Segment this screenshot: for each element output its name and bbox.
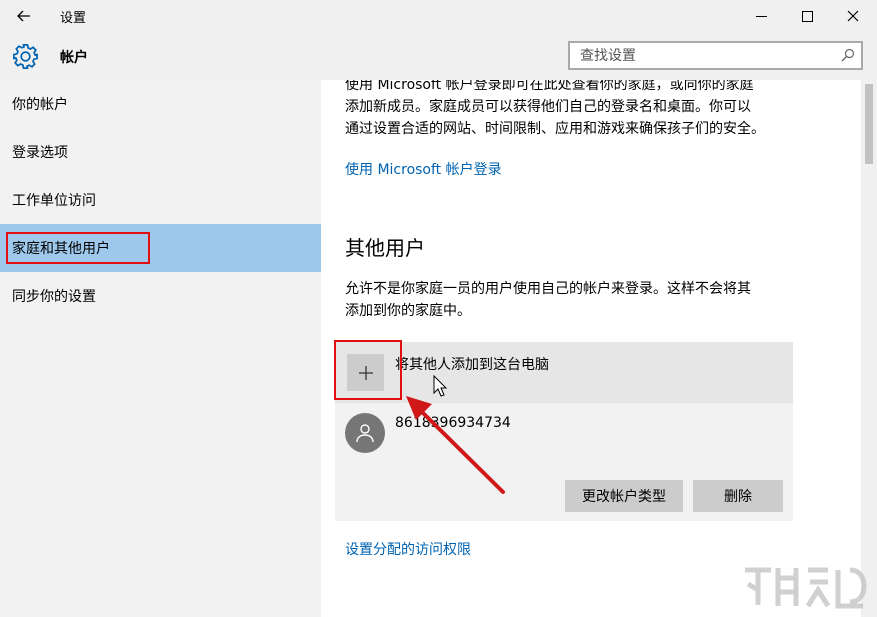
close-icon — [847, 10, 859, 22]
back-button[interactable] — [8, 2, 40, 30]
family-description-line: 使用 Microsoft 帐户登录即可在此处查看你的家庭，或向你的家庭 — [345, 80, 754, 93]
maximize-icon — [801, 10, 813, 22]
search-icon[interactable] — [841, 48, 855, 62]
sidebar-item-label: 同步你的设置 — [12, 289, 96, 305]
gear-icon — [13, 44, 38, 69]
user-name: 8618396934734 — [395, 415, 511, 431]
family-description: 使用 Microsoft 帐户登录即可在此处查看你的家庭，或向你的家庭 添加新成… — [345, 80, 790, 140]
page-title: 帐户 — [60, 50, 88, 66]
family-description-line: 通过设置合适的网站、时间限制、应用和游戏来确保孩子们的安全。 — [345, 121, 765, 137]
annotation-highlight-box — [6, 232, 150, 264]
search-input[interactable] — [570, 43, 830, 68]
arrow-left-icon — [17, 10, 30, 22]
watermark-logo — [745, 567, 867, 609]
other-users-title: 其他用户 — [345, 236, 425, 260]
family-description-line: 添加新成员。家庭成员可以获得他们自己的登录名和桌面。你可以 — [345, 99, 751, 115]
other-users-description: 允许不是你家庭一员的用户使用自己的帐户来登录。这样不会将其 添加到你的家庭中。 — [345, 278, 790, 322]
title-bar: 设置 — [0, 0, 877, 32]
annotation-highlight-box — [334, 340, 402, 400]
sidebar: 你的帐户 登录选项 工作单位访问 家庭和其他用户 同步你的设置 — [0, 80, 321, 617]
page-header: 帐户 — [0, 32, 877, 80]
window-title: 设置 — [60, 11, 87, 26]
add-user-button[interactable]: 将其他人添加到这台电脑 — [334, 340, 793, 403]
sidebar-item-label: 你的帐户 — [12, 97, 68, 113]
minimize-icon — [755, 15, 767, 17]
close-button[interactable] — [830, 0, 876, 32]
sidebar-item-your-account[interactable]: 你的帐户 — [0, 80, 321, 128]
main-content: 使用 Microsoft 帐户登录即可在此处查看你的家庭，或向你的家庭 添加新成… — [321, 80, 877, 617]
sidebar-item-label: 登录选项 — [12, 145, 68, 161]
sidebar-item-sync-settings[interactable]: 同步你的设置 — [0, 272, 321, 320]
other-users-description-line: 允许不是你家庭一员的用户使用自己的帐户来登录。这样不会将其 — [345, 281, 751, 297]
user-list-item[interactable]: 8618396934734 更改帐户类型 删除 — [335, 403, 793, 521]
microsoft-signin-link[interactable]: 使用 Microsoft 帐户登录 — [345, 159, 502, 179]
scrollbar-thumb[interactable] — [865, 84, 873, 164]
search-box[interactable] — [568, 41, 863, 70]
sidebar-item-sign-in-options[interactable]: 登录选项 — [0, 128, 321, 176]
sidebar-item-label: 工作单位访问 — [12, 193, 96, 209]
maximize-button[interactable] — [784, 0, 830, 32]
delete-button[interactable]: 删除 — [693, 480, 783, 512]
other-users-description-line: 添加到你的家庭中。 — [345, 303, 471, 319]
assigned-access-link[interactable]: 设置分配的访问权限 — [345, 539, 471, 559]
scrollbar[interactable] — [861, 80, 877, 617]
avatar — [345, 413, 385, 453]
minimize-button[interactable] — [738, 0, 784, 32]
add-user-label: 将其他人添加到这台电脑 — [395, 357, 549, 373]
person-icon — [356, 424, 374, 443]
change-account-type-button[interactable]: 更改帐户类型 — [565, 480, 683, 512]
sidebar-item-work-access[interactable]: 工作单位访问 — [0, 176, 321, 224]
